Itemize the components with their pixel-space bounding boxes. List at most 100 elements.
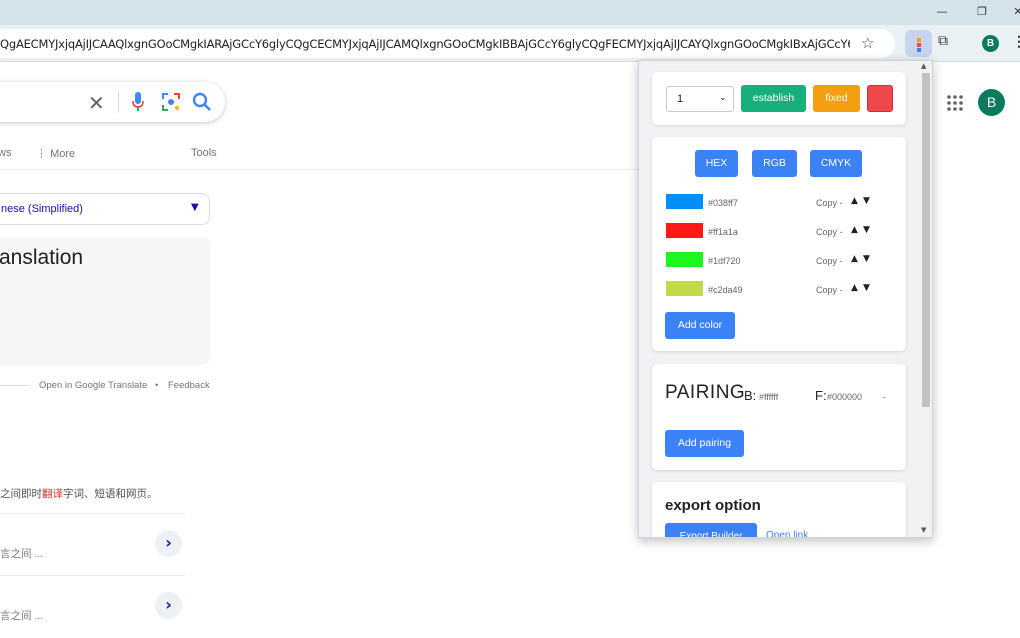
export-title: export option: [665, 497, 761, 514]
tab-more[interactable]: ⋮ More: [36, 147, 75, 160]
add-color-button[interactable]: Add color: [665, 312, 735, 339]
move-down-icon[interactable]: ▼: [863, 254, 870, 264]
puzzle-icon[interactable]: ⧉: [938, 33, 958, 53]
related-result-text: 言之间 ...: [0, 610, 44, 622]
colors-card: HEX RGB CMYK #038ff7 Copy - ▲ ▼ #ff1a1a …: [652, 137, 906, 351]
color-hex-value: #038ff7: [708, 198, 738, 208]
move-down-icon[interactable]: ▼: [863, 225, 870, 235]
move-down-icon[interactable]: ▼: [863, 283, 870, 293]
controls-card: 1 ⌄ establish fixed: [652, 72, 906, 125]
tab-news[interactable]: ws: [0, 147, 11, 159]
rgb-format-button[interactable]: RGB: [752, 150, 797, 177]
search-icon[interactable]: [192, 92, 212, 112]
export-builder-button[interactable]: Export Builder: [665, 523, 757, 537]
search-tabs: ws ⋮ More Tools: [0, 145, 640, 169]
hex-format-button[interactable]: HEX: [695, 150, 738, 177]
title-bar: — ❐ ✕: [0, 0, 1020, 25]
move-up-icon[interactable]: ▲: [851, 196, 858, 206]
pairing-card: PAIRING B: #ffffff F: #000000 - Add pair…: [652, 364, 906, 470]
profile-avatar[interactable]: B: [982, 35, 999, 52]
move-up-icon[interactable]: ▲: [851, 254, 858, 264]
color-row: #c2da49 Copy - ▲ ▼: [666, 281, 896, 297]
chevron-right-icon[interactable]: ›: [155, 530, 182, 557]
open-in-translate-link[interactable]: Open in Google Translate: [39, 380, 147, 391]
color-swatch[interactable]: [666, 252, 703, 267]
snippet-highlight: 翻译: [42, 488, 63, 500]
color-swatch[interactable]: [666, 281, 703, 296]
fixed-button[interactable]: fixed: [813, 85, 860, 112]
copy-button[interactable]: Copy -: [816, 227, 843, 237]
ext-icon-bar-blue: [917, 48, 921, 52]
feedback-link[interactable]: Feedback: [168, 380, 210, 391]
restore-icon[interactable]: ❐: [972, 3, 992, 21]
ext-icon-bar-orange: [917, 38, 921, 42]
open-link[interactable]: Open link: [766, 530, 808, 537]
color-row: #1df720 Copy - ▲ ▼: [666, 252, 896, 268]
scroll-up-icon[interactable]: ▲: [921, 62, 926, 70]
add-pairing-button[interactable]: Add pairing: [665, 430, 744, 457]
copy-button[interactable]: Copy -: [816, 256, 843, 266]
translation-heading: ranslation: [0, 246, 84, 269]
color-extension-icon[interactable]: [905, 30, 932, 57]
tab-more-label: More: [50, 148, 76, 160]
scroll-down-icon[interactable]: ▼: [921, 526, 926, 534]
color-hex-value: #1df720: [708, 256, 741, 266]
color-row: #038ff7 Copy - ▲ ▼: [666, 194, 896, 210]
address-bar[interactable]: QgAECMYJxjqAjIJCAAQlxgnGOoCMgkIARAjGCcY6…: [0, 29, 895, 58]
move-up-icon[interactable]: ▲: [851, 283, 858, 293]
bookmark-star-icon[interactable]: ☆: [861, 34, 874, 52]
clear-icon[interactable]: ✕: [88, 91, 105, 115]
pairing-dash: -: [883, 392, 886, 402]
palette-number-select[interactable]: 1 ⌄: [666, 86, 734, 112]
color-swatch[interactable]: [666, 194, 703, 209]
background-label: B:: [744, 388, 757, 403]
color-hex-value: #ff1a1a: [708, 227, 738, 237]
google-profile-avatar[interactable]: B: [978, 89, 1005, 116]
export-card: export option Export Builder Open link: [652, 482, 906, 537]
footer-dot: •: [155, 380, 159, 391]
palette-number-value: 1: [677, 93, 684, 105]
cmyk-format-button[interactable]: CMYK: [810, 150, 862, 177]
color-row: #ff1a1a Copy - ▲ ▼: [666, 223, 896, 239]
search-box[interactable]: ✕: [0, 82, 225, 122]
target-language-select[interactable]: nese (Simplified) ▼: [0, 193, 210, 225]
url-text[interactable]: QgAECMYJxjqAjIJCAAQlxgnGOoCMgkIARAjGCcY6…: [0, 37, 850, 51]
copy-button[interactable]: Copy -: [816, 198, 843, 208]
translate-footer-rule: [0, 385, 30, 386]
snippet-post: 字词、短语和网页。: [63, 488, 158, 500]
tab-tools[interactable]: Tools: [191, 147, 217, 159]
chevron-down-icon: ⌄: [719, 93, 727, 103]
current-color-swatch[interactable]: [867, 85, 893, 112]
google-apps-grid-icon[interactable]: [947, 95, 963, 111]
more-dots-icon: ⋮: [36, 148, 51, 160]
minimize-icon[interactable]: —: [932, 3, 952, 21]
copy-button[interactable]: Copy -: [816, 285, 843, 295]
ext-icon-bar-red: [917, 43, 921, 47]
move-up-icon[interactable]: ▲: [851, 225, 858, 235]
language-label: nese (Simplified): [1, 203, 83, 215]
microphone-icon[interactable]: [132, 92, 144, 112]
foreground-label: F:: [815, 388, 827, 403]
close-window-icon[interactable]: ✕: [1008, 3, 1020, 21]
background-value: #ffffff: [759, 392, 779, 402]
tabs-divider: [0, 169, 640, 170]
establish-button[interactable]: establish: [741, 85, 806, 112]
popup-scrollbar[interactable]: ▲ ▼: [919, 61, 932, 537]
result-snippet: 之间即时翻译字词、短语和网页。: [0, 486, 158, 501]
related-result-row[interactable]: 言之间 ... ›: [0, 575, 185, 637]
foreground-value: #000000: [827, 392, 863, 402]
related-result-row[interactable]: 言之间 ... ›: [0, 513, 185, 575]
pairing-title: PAIRING: [665, 382, 746, 403]
caret-down-icon: ▼: [191, 202, 199, 213]
snippet-pre: 之间即时: [0, 488, 42, 500]
scroll-thumb[interactable]: [922, 73, 930, 407]
browser-toolbar: QgAECMYJxjqAjIJCAAQlxgnGOoCMgkIARAjGCcY6…: [0, 25, 1020, 62]
translation-output: ranslation: [0, 237, 210, 365]
color-swatch[interactable]: [666, 223, 703, 238]
related-result-text: 言之间 ...: [0, 548, 44, 560]
chevron-right-icon[interactable]: ›: [155, 592, 182, 619]
menu-kebab-icon[interactable]: ⋮: [1012, 33, 1020, 50]
color-extension-popup: 1 ⌄ establish fixed HEX RGB CMYK #038ff7…: [638, 60, 933, 538]
lens-camera-icon[interactable]: [162, 93, 180, 111]
move-down-icon[interactable]: ▼: [863, 196, 870, 206]
